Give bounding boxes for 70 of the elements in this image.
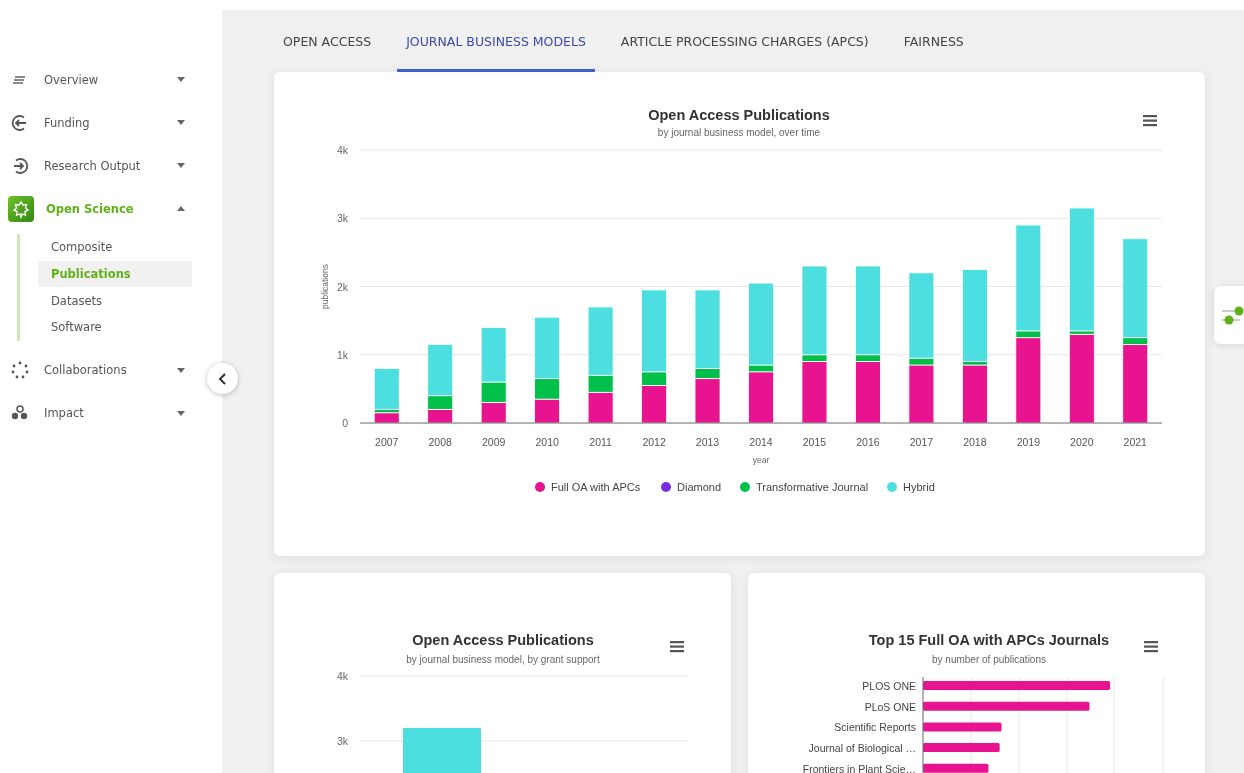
axis-tick-label: 2019 <box>1016 436 1040 448</box>
tab[interactable]: FAIRNESS <box>894 10 973 72</box>
axis-tick-label: 3k <box>336 735 348 747</box>
legend-label[interactable]: Diamond <box>677 481 722 493</box>
axis-tick-label: 3k <box>336 212 348 225</box>
nav-label: Overview <box>44 72 100 87</box>
legend-label[interactable]: Full OA with APCs <box>551 481 641 493</box>
caret-icon <box>177 120 185 125</box>
chart-subtitle: by journal business model, by grant support <box>406 654 600 665</box>
nav-item[interactable]: Research Output <box>0 144 205 187</box>
nav-subitem[interactable]: Software <box>38 314 192 341</box>
axis-tick-label: 0 <box>342 417 348 429</box>
nav-subitem[interactable]: Composite <box>38 234 192 261</box>
menu-icon[interactable] <box>1143 115 1157 127</box>
chevron-left-icon <box>217 372 228 385</box>
axis-tick-label: Frontiers in Plant Scie… <box>802 762 916 773</box>
caret-icon <box>177 206 185 211</box>
nav-item[interactable]: Impact <box>0 391 205 435</box>
nav-label: Impact <box>44 406 85 421</box>
axis-tick-label: 4k <box>336 670 348 682</box>
chart-title: Open Access Publications <box>412 632 594 648</box>
axis-tick-label: 2018 <box>963 436 987 448</box>
axis-tick-label: 2014 <box>749 436 773 448</box>
axis-tick-label: 2k <box>336 280 348 293</box>
chart-subtitle: by journal business model, over time <box>657 127 821 138</box>
axis-tick-label: 2011 <box>589 436 612 448</box>
chart-subtitle: by number of publications <box>932 654 1046 665</box>
axis-tick-label: 2009 <box>482 436 506 448</box>
axis-title: year <box>752 455 770 465</box>
menu-icon[interactable] <box>1144 641 1158 653</box>
nav-label: Collaborations <box>44 363 128 378</box>
nav-label: Open Science <box>46 201 135 216</box>
nav-label: Funding <box>44 115 91 130</box>
nav-subitem[interactable]: Datasets <box>38 287 192 315</box>
axis-tick-label: PLoS ONE <box>864 700 916 713</box>
axis-tick-label: 2020 <box>1070 436 1094 448</box>
axis-tick-label: 2010 <box>535 436 559 448</box>
axis-tick-label: PLOS ONE <box>862 680 916 692</box>
caret-icon <box>177 410 185 416</box>
tab[interactable]: OPEN ACCESS <box>274 10 381 72</box>
axis-tick-label: 2012 <box>642 436 666 448</box>
axis-tick-label: Scientific Reports <box>834 721 916 734</box>
nav-item[interactable]: Funding <box>0 101 205 144</box>
menu-icon[interactable] <box>670 641 684 653</box>
chart-title: Top 15 Full OA with APCs Journals <box>868 632 1110 648</box>
tab[interactable]: ARTICLE PROCESSING CHARGES (APCS) <box>611 10 878 72</box>
chart-title: Open Access Publications <box>648 107 830 123</box>
legend-label[interactable]: Transformative Journal <box>756 481 869 493</box>
star-badge-icon <box>8 195 34 222</box>
axis-tick-label: Journal of Biological … <box>808 742 916 755</box>
axis-tick-label: 4k <box>336 144 348 156</box>
caret-icon <box>177 163 185 168</box>
axis-tick-label: 2021 <box>1123 436 1147 448</box>
collapse-button[interactable] <box>207 363 238 394</box>
nav-label: Research Output <box>44 158 142 173</box>
axis-tick-label: 2007 <box>375 436 399 448</box>
axis-tick-label: 2016 <box>856 436 880 448</box>
axis-tick-label: 2013 <box>695 436 720 448</box>
bar <box>923 763 989 773</box>
caret-icon <box>177 367 185 373</box>
nav-item[interactable]: Overview <box>0 58 205 101</box>
axis-title: publications <box>320 264 330 309</box>
legend-label[interactable]: Hybrid <box>903 481 935 493</box>
bar <box>534 398 561 424</box>
axis-tick-label: 1k <box>336 348 348 361</box>
axis-tick-label: 2017 <box>909 436 934 448</box>
axis-tick-label: 2008 <box>428 436 452 448</box>
caret-icon <box>177 77 185 82</box>
axis-tick-label: 2015 <box>802 436 827 448</box>
nav-item[interactable]: Collaborations <box>0 348 205 392</box>
